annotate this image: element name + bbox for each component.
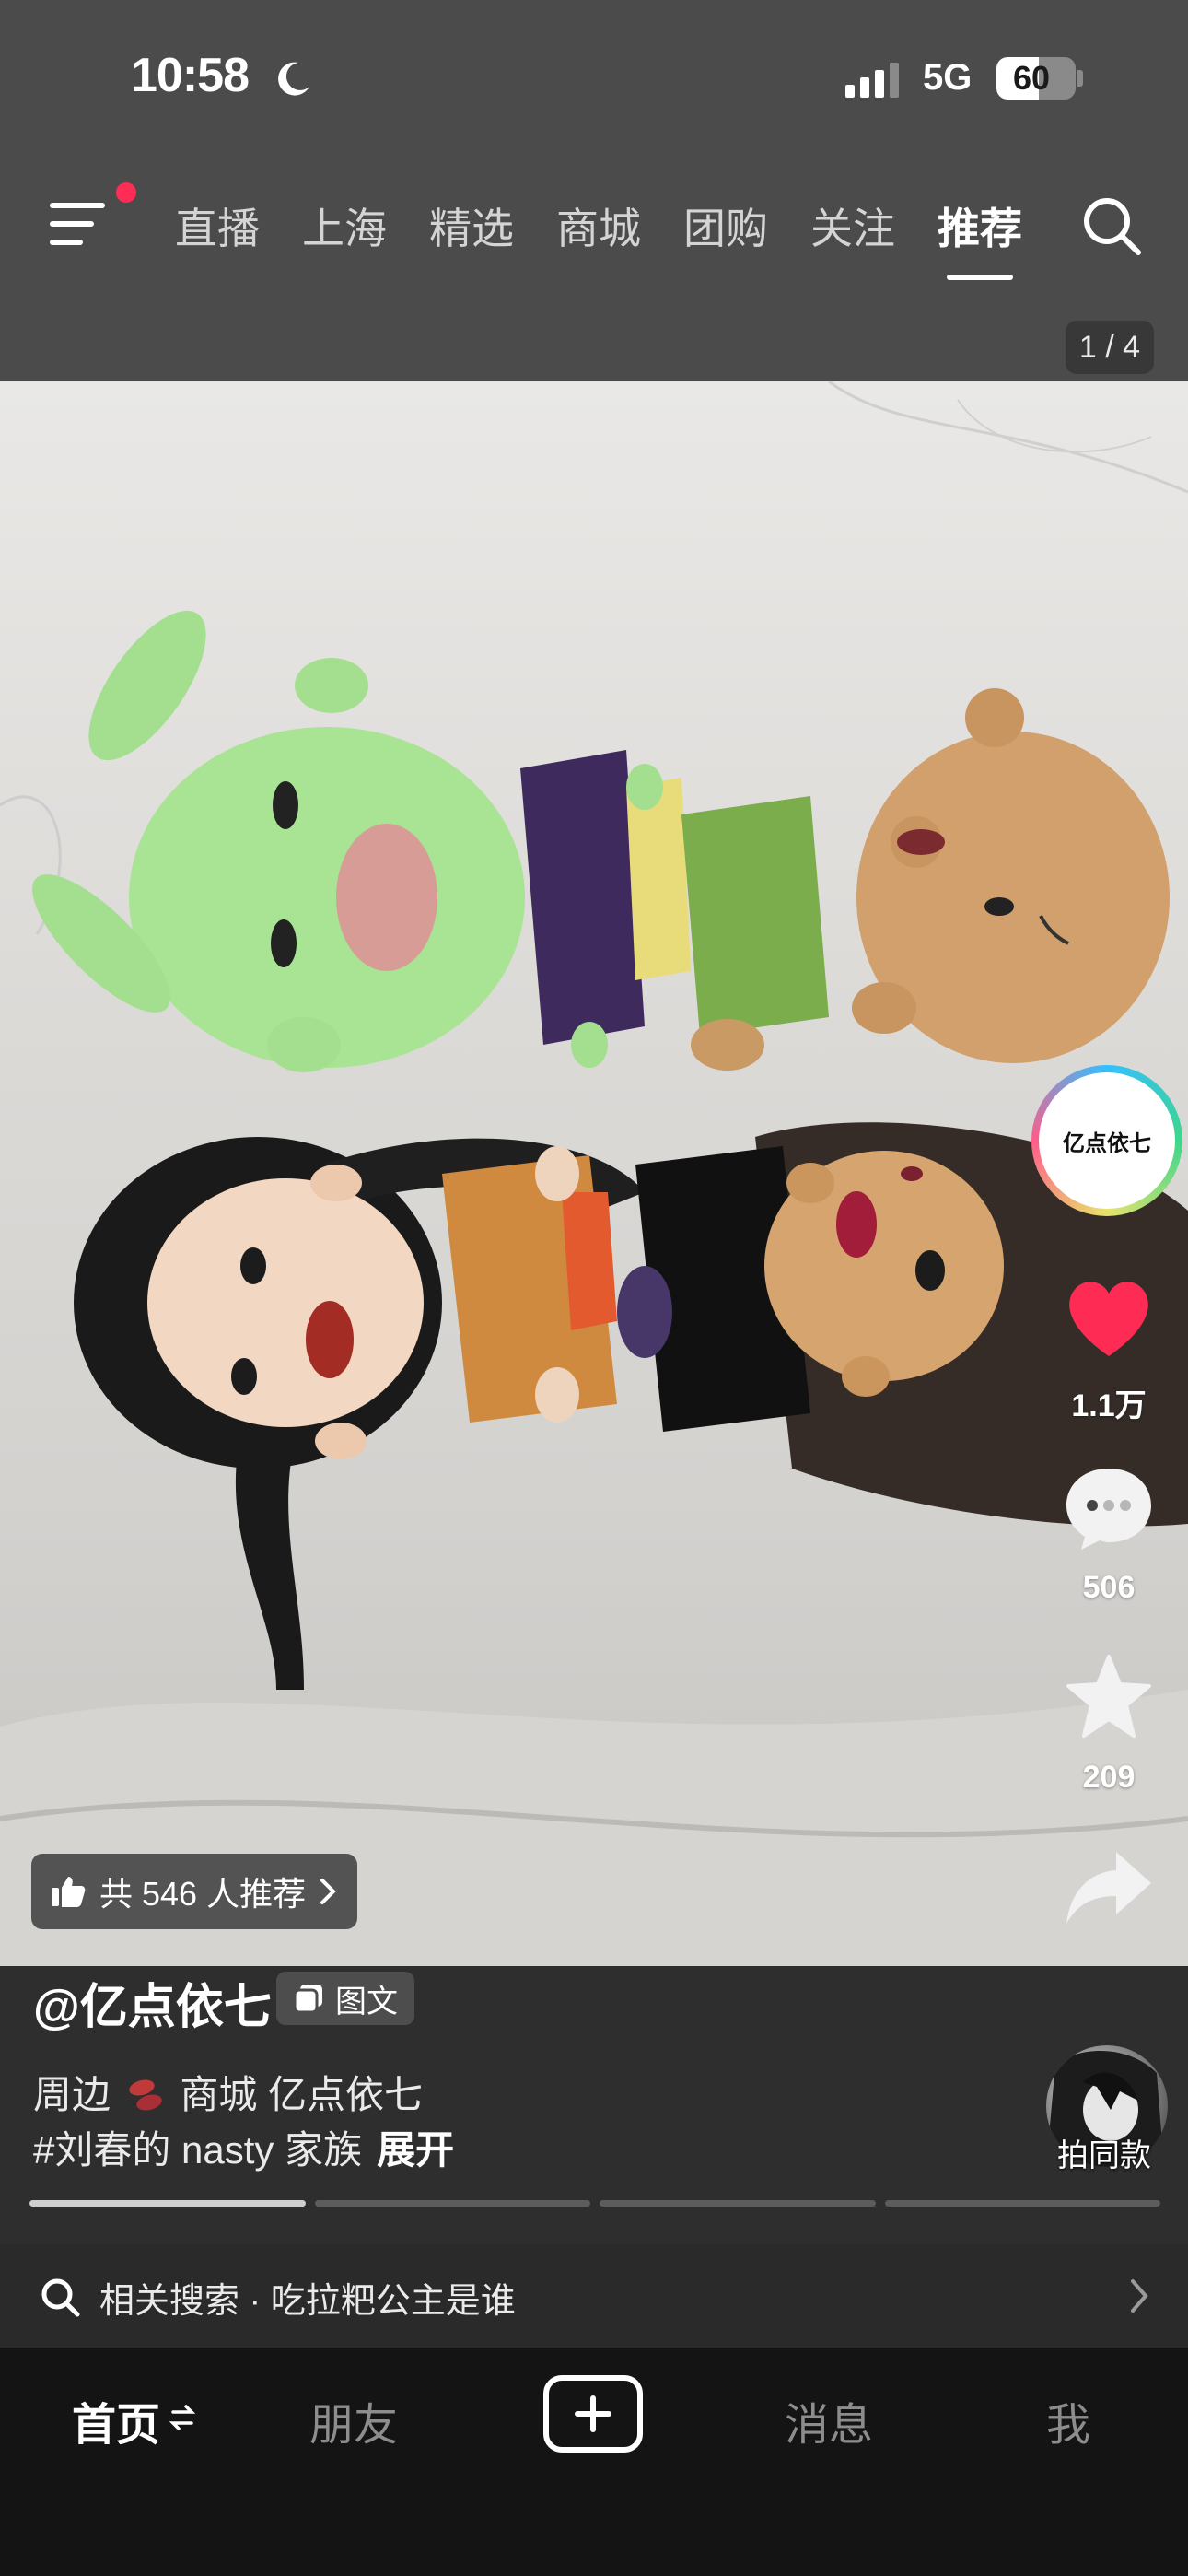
battery-tip [1077, 70, 1083, 87]
search-icon[interactable] [1079, 193, 1144, 258]
nav-me[interactable]: 我 [1046, 2388, 1090, 2453]
avatar-text: 亿点依七 [1039, 1072, 1175, 1209]
star-icon[interactable] [1063, 1653, 1155, 1741]
recommend-pill[interactable]: 共 546 人推荐 [31, 1854, 358, 1929]
caption-prefix: 周边 [33, 2073, 111, 2116]
caption-line2: #刘春的 nasty 家族 展开 [33, 2119, 454, 2175]
status-time: 10:58 [131, 49, 250, 102]
page-counter: 1 / 4 [1066, 321, 1154, 374]
black-haired-doll [74, 1137, 645, 1690]
tab-featured[interactable]: 精选 [429, 195, 514, 256]
bottom-nav: 首页 朋友 消息 我 [0, 2348, 1188, 2576]
progress-segment [600, 2200, 876, 2207]
nav-home[interactable]: 首页 [72, 2388, 160, 2453]
tab-following[interactable]: 关注 [810, 195, 895, 256]
tan-doll [852, 688, 1170, 1063]
top-bar: 10:58 5G 60 直播 上海 精选 商城 团购 关注 推荐 1 / 4 [0, 0, 1188, 381]
progress-segment [314, 2200, 590, 2207]
related-search-bar[interactable]: 相关搜索 · 吃拉粑公主是谁 [0, 2244, 1188, 2348]
green-doll [32, 610, 829, 1072]
author-name[interactable]: @亿点依七 [33, 1968, 272, 2037]
share-icon[interactable] [1063, 1844, 1155, 1933]
comment-icon[interactable] [1063, 1463, 1155, 1551]
caption-line1: 周边 商城 亿点依七 [33, 2064, 423, 2120]
active-tab-indicator [947, 275, 1013, 280]
post-photo[interactable] [0, 381, 1188, 1966]
battery-icon: 60 [996, 57, 1076, 100]
thumbs-up-icon [52, 1877, 86, 1907]
search-icon [41, 2278, 80, 2317]
post-type-label: 图文 [335, 1984, 398, 2020]
progress-segment [29, 2200, 306, 2207]
favorite-count: 209 [1082, 1760, 1136, 1795]
like-count: 1.1万 [1071, 1388, 1147, 1423]
battery-level: 60 [1012, 59, 1051, 97]
related-search-text: 相关搜索 · 吃拉粑公主是谁 [99, 2282, 516, 2321]
tab-group-buy[interactable]: 团购 [683, 195, 768, 256]
notification-dot [116, 182, 136, 203]
comment-count: 506 [1082, 1570, 1136, 1605]
hashtag-link[interactable]: #刘春的 nasty 家族 [33, 2128, 362, 2172]
nav-messages[interactable]: 消息 [785, 2388, 873, 2453]
plush-dolls-illustration [0, 381, 1188, 1966]
image-text-icon [293, 1985, 322, 2014]
beans-emoji-icon [129, 2079, 162, 2111]
recommend-text: 共 546 人推荐 [99, 1875, 307, 1913]
switch-feed-icon[interactable] [169, 2401, 195, 2434]
expand-button[interactable]: 展开 [377, 2128, 454, 2172]
menu-icon[interactable] [48, 199, 109, 251]
tab-mall[interactable]: 商城 [556, 195, 641, 256]
tab-recommend[interactable]: 推荐 [938, 195, 1022, 256]
progress-segment [884, 2200, 1160, 2207]
chevron-right-icon [1131, 2279, 1148, 2313]
moon-icon [278, 62, 309, 96]
heart-icon[interactable] [1063, 1273, 1155, 1362]
caption-store-link[interactable]: 商城 亿点依七 [180, 2073, 423, 2116]
same-style-label[interactable]: 拍同款 [1057, 2130, 1151, 2175]
author-avatar[interactable]: 亿点依七 [1031, 1065, 1182, 1216]
post-type-badge: 图文 [276, 1972, 414, 2025]
cellular-signal-icon [845, 63, 899, 98]
create-post-button[interactable] [543, 2375, 643, 2453]
network-label: 5G [923, 57, 973, 98]
tab-live[interactable]: 直播 [175, 195, 260, 256]
tab-local[interactable]: 上海 [302, 195, 387, 256]
nav-friends[interactable]: 朋友 [309, 2388, 398, 2453]
chevron-right-icon [320, 1879, 336, 1904]
